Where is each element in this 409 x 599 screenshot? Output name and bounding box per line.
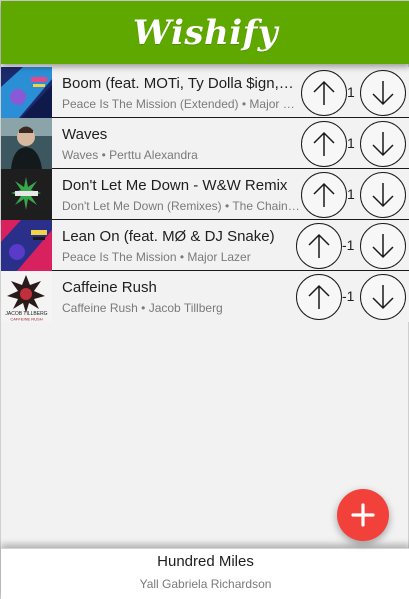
song-subtitle: Peace Is The Mission (Extended) • Major … (62, 97, 300, 111)
arrow-down-icon (372, 285, 394, 310)
upvote-button[interactable] (296, 223, 342, 269)
song-title: Waves (62, 126, 108, 143)
upvote-button[interactable] (296, 274, 342, 320)
now-playing-title: Hundred Miles (157, 553, 254, 570)
album-art (1, 118, 52, 169)
downvote-button[interactable] (360, 172, 406, 218)
now-playing-bar[interactable]: Hundred Miles Yall Gabriela Richardson (1, 548, 409, 599)
vote-count: 1 (347, 135, 355, 151)
song-row: Don't Let Me Down - W&W Remix Don't Let … (1, 169, 409, 220)
vote-count: -1 (342, 237, 355, 253)
arrow-down-icon (372, 234, 394, 259)
app-header: Wishify (1, 1, 409, 64)
arrow-down-icon (372, 183, 394, 208)
app-logo: Wishify (132, 12, 279, 53)
song-row: Boom (feat. MOTi, Ty Dolla $ign, Wizkid … (1, 67, 409, 118)
song-row: Waves Waves • Perttu Alexandra 1 (1, 118, 409, 169)
album-art (1, 220, 52, 271)
downvote-button[interactable] (360, 223, 406, 269)
arrow-up-icon (313, 131, 335, 156)
plus-icon (351, 503, 375, 527)
arrow-down-icon (372, 132, 394, 157)
add-song-button[interactable] (337, 489, 389, 541)
downvote-button[interactable] (360, 121, 406, 167)
arrow-up-icon (308, 233, 330, 258)
app-window: Wishify Boom (feat. MOTi, Ty Dolla $ign,… (0, 0, 409, 599)
upvote-button[interactable] (301, 172, 347, 218)
album-art (1, 67, 52, 118)
song-title: Caffeine Rush (62, 279, 157, 296)
song-row: Lean On (feat. MØ & DJ Snake) Peace Is T… (1, 220, 409, 271)
arrow-up-icon (313, 80, 335, 105)
song-subtitle: Don't Let Me Down (Remixes) • The Chains… (62, 199, 300, 213)
song-row: JACOB TILLBERG CAFFEINE RUSH Caffeine Ru… (1, 271, 409, 322)
song-title: Lean On (feat. MØ & DJ Snake) (62, 228, 275, 245)
vote-count: -1 (342, 288, 355, 304)
upvote-button[interactable] (301, 70, 347, 116)
song-subtitle: Waves • Perttu Alexandra (62, 148, 198, 162)
album-art (1, 169, 52, 220)
upvote-button[interactable] (301, 121, 347, 167)
song-subtitle: Peace Is The Mission • Major Lazer (62, 250, 251, 264)
downvote-button[interactable] (360, 70, 406, 116)
song-title: Boom (feat. MOTi, Ty Dolla $ign, Wizkid … (62, 75, 296, 92)
vote-count: 1 (347, 186, 355, 202)
song-title: Don't Let Me Down - W&W Remix (62, 177, 288, 194)
song-queue-list: Boom (feat. MOTi, Ty Dolla $ign, Wizkid … (1, 67, 409, 322)
album-art: JACOB TILLBERG CAFFEINE RUSH (1, 271, 52, 322)
arrow-down-icon (372, 81, 394, 106)
vote-count: 1 (347, 84, 355, 100)
downvote-button[interactable] (360, 274, 406, 320)
arrow-up-icon (313, 182, 335, 207)
now-playing-artist: Yall Gabriela Richardson (139, 577, 272, 591)
song-subtitle: Caffeine Rush • Jacob Tillberg (62, 301, 223, 315)
arrow-up-icon (308, 284, 330, 309)
album-art-title-text: CAFFEINE RUSH (10, 317, 42, 322)
